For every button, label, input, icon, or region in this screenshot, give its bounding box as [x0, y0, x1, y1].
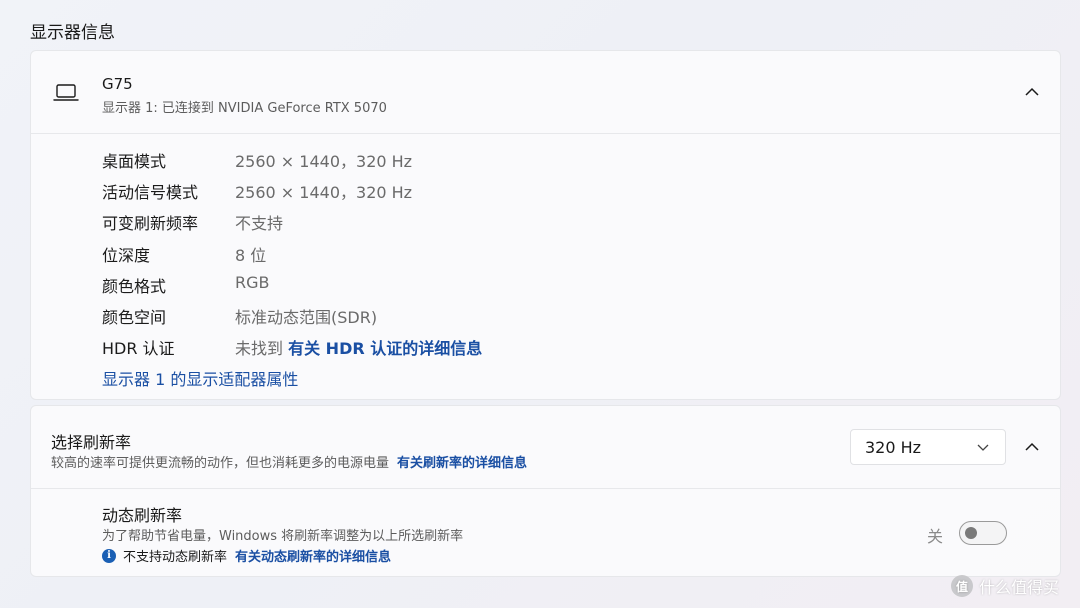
dynamic-refresh-info-link[interactable]: 有关动态刷新率的详细信息	[235, 546, 391, 565]
chevron-up-icon	[1025, 87, 1039, 96]
property-value: 2560 × 1440，320 Hz	[235, 183, 413, 203]
watermark-text: 什么值得买	[979, 578, 1060, 597]
property-label: 颜色格式	[102, 276, 167, 296]
watermark-logo: 值	[951, 575, 973, 597]
dynamic-refresh-unsupported-text: 不支持动态刷新率	[123, 550, 228, 565]
dynamic-refresh-note: i 不支持动态刷新率 有关动态刷新率的详细信息	[102, 546, 391, 565]
info-icon: i	[102, 548, 116, 563]
collapse-refresh-rate-button[interactable]	[1017, 432, 1047, 462]
property-value: 2560 × 1440，320 Hz	[235, 152, 413, 171]
refresh-rate-dropdown[interactable]: 320 Hz	[850, 429, 1006, 465]
divider	[31, 488, 1060, 489]
property-label: 桌面模式	[102, 152, 167, 171]
dynamic-refresh-title: 动态刷新率	[102, 506, 183, 525]
property-label: 颜色空间	[102, 307, 167, 327]
toggle-state-label: 关	[927, 527, 944, 546]
property-value: 未找到 有关 HDR 认证的详细信息	[235, 335, 482, 359]
monitor-info-card: G75 显示器 1: 已连接到 NVIDIA GeForce RTX 5070 …	[30, 50, 1061, 400]
refresh-rate-selected: 320 Hz	[865, 438, 922, 457]
refresh-rate-description: 较高的速率可提供更流畅的动作，但也消耗更多的电源电量 有关刷新率的详细信息	[51, 452, 527, 471]
monitor-header[interactable]: G75 显示器 1: 已连接到 NVIDIA GeForce RTX 5070	[31, 51, 1060, 134]
display-adapter-properties-link[interactable]: 显示器 1 的显示适配器属性	[102, 366, 298, 390]
property-value: 标准动态范围(SDR)	[235, 307, 378, 327]
laptop-icon	[53, 84, 79, 101]
chevron-down-icon	[977, 444, 989, 451]
property-label: HDR 认证	[102, 339, 175, 359]
collapse-monitor-button[interactable]	[1017, 77, 1047, 107]
property-value: 不支持	[235, 214, 284, 234]
property-label: 位深度	[102, 245, 151, 265]
property-value: 8 位	[235, 245, 267, 265]
refresh-rate-title: 选择刷新率	[51, 433, 132, 452]
property-label: 活动信号模式	[102, 183, 199, 203]
refresh-rate-info-link[interactable]: 有关刷新率的详细信息	[397, 456, 527, 471]
refresh-rate-card: 选择刷新率 较高的速率可提供更流畅的动作，但也消耗更多的电源电量 有关刷新率的详细…	[30, 405, 1061, 577]
monitor-name: G75	[102, 75, 133, 93]
monitor-connection-status: 显示器 1: 已连接到 NVIDIA GeForce RTX 5070	[102, 101, 387, 116]
dynamic-refresh-description: 为了帮助节省电量，Windows 将刷新率调整为以上所选刷新率	[102, 529, 464, 544]
watermark: 值 什么值得买	[951, 572, 1059, 600]
hdr-certification-link[interactable]: 有关 HDR 认证的详细信息	[288, 339, 482, 358]
property-value: RGB	[235, 272, 270, 292]
toggle-knob	[965, 527, 977, 539]
property-label: 可变刷新频率	[102, 214, 199, 234]
hdr-status: 未找到	[235, 339, 284, 359]
section-title: 显示器信息	[30, 23, 115, 43]
dynamic-refresh-toggle[interactable]	[959, 521, 1007, 545]
refresh-rate-description-text: 较高的速率可提供更流畅的动作，但也消耗更多的电源电量	[51, 456, 390, 471]
chevron-up-icon	[1025, 442, 1039, 451]
